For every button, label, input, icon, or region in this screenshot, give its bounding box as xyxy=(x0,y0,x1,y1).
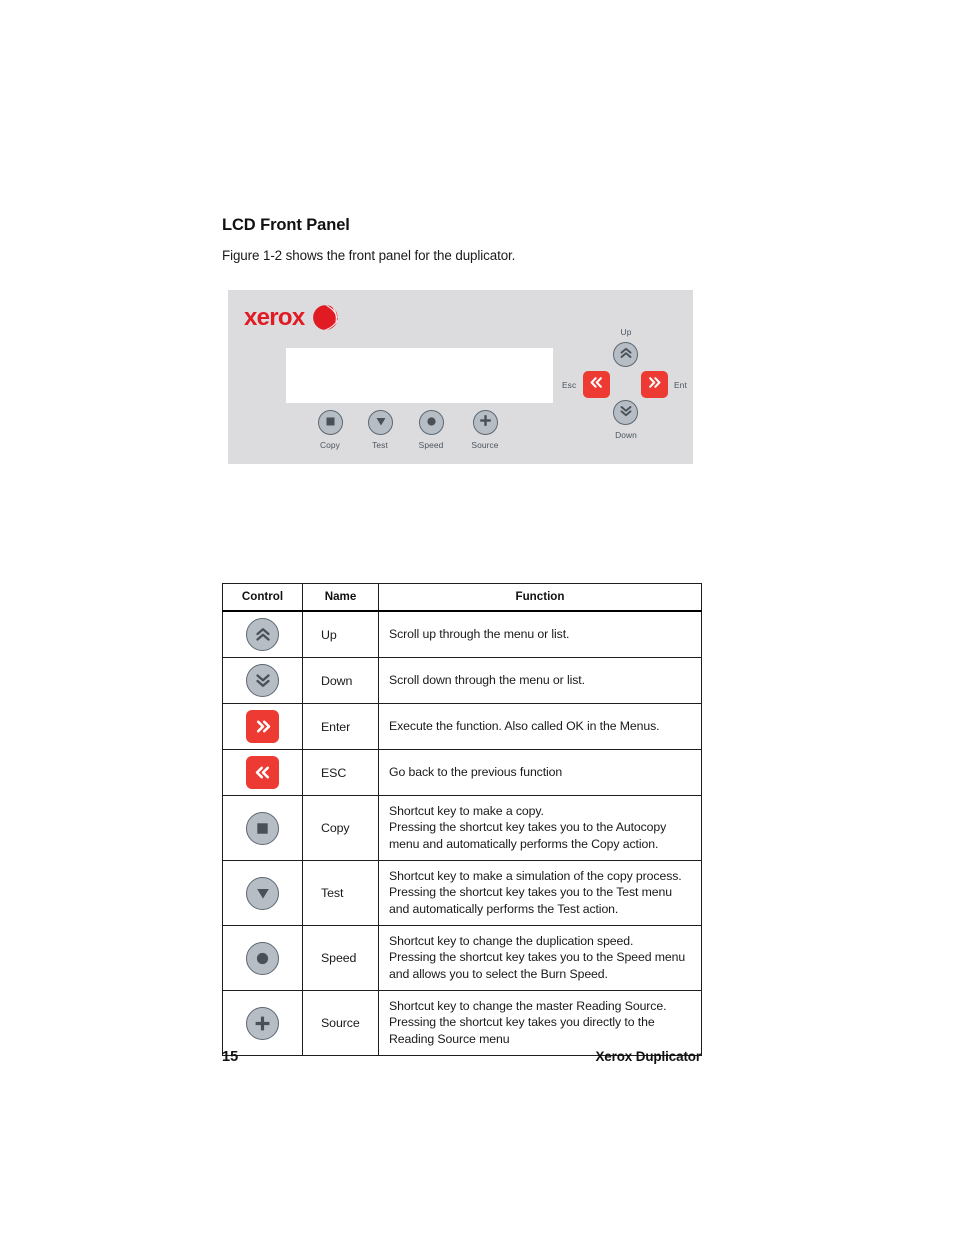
triangle-down-icon xyxy=(375,414,387,432)
chevron-double-left-icon xyxy=(589,376,604,394)
control-name: ESC xyxy=(302,749,379,796)
heading-block: LCD Front Panel Figure 1-2 shows the fro… xyxy=(222,216,722,263)
control-function: Shortcut key to make a simulation of the… xyxy=(378,860,702,927)
page-title: LCD Front Panel xyxy=(222,216,350,234)
control-icon-cell xyxy=(222,703,303,750)
xerox-sphere-icon xyxy=(312,304,339,331)
control-icon-cell xyxy=(222,749,303,796)
panel-button-esc[interactable] xyxy=(583,371,610,398)
panel-label-speed: Speed xyxy=(418,440,444,450)
control-name: Speed xyxy=(302,925,379,992)
panel-button-speed[interactable] xyxy=(419,410,444,435)
column-header-function: Function xyxy=(378,583,702,612)
control-icon-cell xyxy=(222,794,303,862)
footer-page-number: 15 xyxy=(222,1049,239,1065)
panel-button-test[interactable] xyxy=(368,410,393,435)
table-row: Enter Execute the function. Also called … xyxy=(222,703,702,750)
footer-document-title: Xerox Duplicator xyxy=(595,1049,701,1064)
panel-label-ent: Ent xyxy=(674,380,687,390)
table-header-row: Control Name Function xyxy=(222,583,702,612)
control-reference-table: Control Name Function Up Scroll up throu… xyxy=(222,583,702,1057)
column-header-control: Control xyxy=(222,583,303,612)
circle-filled-icon xyxy=(426,414,437,432)
control-name: Source xyxy=(302,990,379,1057)
panel-button-source[interactable] xyxy=(473,410,498,435)
panel-button-down[interactable] xyxy=(613,400,638,425)
control-function: Go back to the previous function xyxy=(378,749,702,796)
control-function: Scroll up through the menu or list. xyxy=(378,610,702,658)
table-row: Down Scroll down through the menu or lis… xyxy=(222,657,702,704)
table-row: ESC Go back to the previous function xyxy=(222,749,702,796)
control-icon-cell xyxy=(222,860,303,927)
panel-button-copy[interactable] xyxy=(318,410,343,435)
control-function: Scroll down through the menu or list. xyxy=(378,657,702,704)
control-name: Up xyxy=(302,610,379,658)
chevron-double-right-icon xyxy=(246,710,279,743)
chevron-double-up-icon xyxy=(246,618,279,651)
control-function: Shortcut key to change the master Readin… xyxy=(378,990,702,1057)
chevron-double-right-icon xyxy=(647,376,662,394)
control-icon-cell xyxy=(222,657,303,704)
chevron-double-down-icon xyxy=(246,664,279,697)
panel-button-up[interactable] xyxy=(613,342,638,367)
control-name: Down xyxy=(302,657,379,704)
section-intro-text: Figure 1-2 shows the front panel for the… xyxy=(222,248,516,263)
control-name: Copy xyxy=(302,794,379,862)
chevron-double-up-icon xyxy=(619,346,633,364)
lcd-screen xyxy=(286,348,553,403)
front-panel-figure: xerox Copy Test Speed Source Up Esc Ent … xyxy=(228,290,693,464)
control-name: Test xyxy=(302,860,379,927)
panel-label-up: Up xyxy=(620,327,632,337)
panel-label-down: Down xyxy=(615,430,637,440)
table-row: Test Shortcut key to make a simulation o… xyxy=(222,860,702,927)
table-row: Up Scroll up through the menu or list. xyxy=(222,610,702,658)
table-row: Speed Shortcut key to change the duplica… xyxy=(222,925,702,992)
document-page: LCD Front Panel Figure 1-2 shows the fro… xyxy=(0,0,954,1235)
table-row: Source Shortcut key to change the master… xyxy=(222,990,702,1057)
panel-label-esc: Esc xyxy=(562,380,577,390)
plus-icon xyxy=(479,414,492,432)
square-icon xyxy=(325,414,336,432)
square-icon xyxy=(246,811,279,845)
triangle-down-icon xyxy=(246,876,279,910)
control-function: Shortcut key to change the duplication s… xyxy=(378,925,702,992)
control-function: Execute the function. Also called OK in … xyxy=(378,703,702,750)
chevron-double-down-icon xyxy=(619,404,633,422)
control-icon-cell xyxy=(222,990,303,1057)
column-header-name: Name xyxy=(302,583,379,612)
control-icon-cell xyxy=(222,925,303,992)
panel-label-test: Test xyxy=(372,440,388,450)
control-icon-cell xyxy=(222,610,303,658)
chevron-double-left-icon xyxy=(246,756,279,789)
xerox-logo: xerox xyxy=(244,304,339,331)
control-name: Enter xyxy=(302,703,379,750)
panel-button-ent[interactable] xyxy=(641,371,668,398)
circle-filled-icon xyxy=(246,941,279,975)
panel-label-source: Source xyxy=(471,440,499,450)
page-footer: 15 Xerox Duplicator xyxy=(222,1049,701,1065)
plus-icon xyxy=(246,1006,279,1040)
control-function: Shortcut key to make a copy. Pressing th… xyxy=(378,794,702,862)
xerox-wordmark: xerox xyxy=(244,303,305,331)
table-row: Copy Shortcut key to make a copy. Pressi… xyxy=(222,794,702,862)
